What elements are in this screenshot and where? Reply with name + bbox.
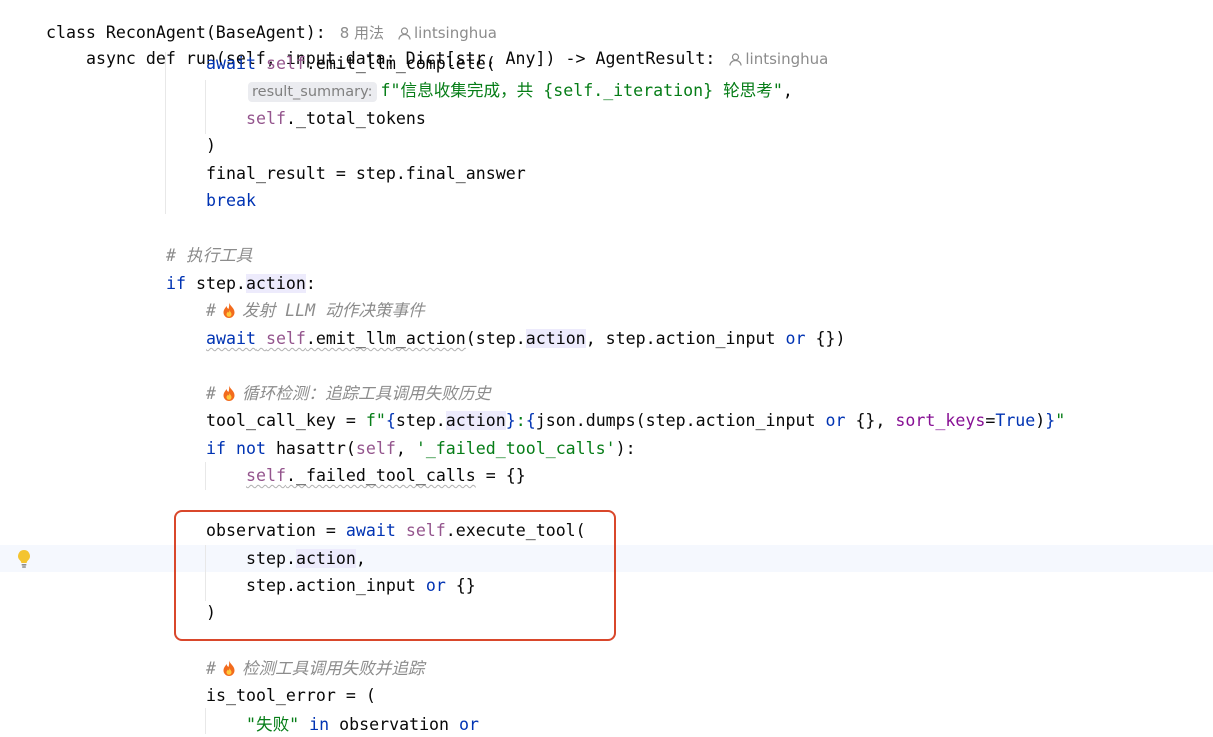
string-literal: '_failed_tool_calls': [415, 439, 616, 458]
code-editor[interactable]: class ReconAgent(BaseAgent): 8 用法 lintsing…: [0, 0, 1213, 734]
comment: # 执行工具: [166, 246, 253, 265]
code-line: is_tool_error = (: [206, 686, 376, 705]
code-line: self._total_tokens: [246, 109, 426, 128]
indent-guide: [205, 462, 206, 490]
code-line: async def run(self, input_data: Dict[str…: [46, 23, 828, 68]
fire-icon: [222, 659, 236, 676]
fire-icon: [222, 384, 236, 401]
code-line: class ReconAgent(BaseAgent): 8 用法 lintsing…: [6, 0, 497, 42]
indent-guide: [165, 52, 166, 214]
code-line: if not hasattr(self, '_failed_tool_calls…: [206, 439, 636, 458]
code-line: await self.emit_llm_action(step.action, …: [206, 329, 846, 348]
comment: 发射 LLM 动作决策事件: [242, 301, 425, 320]
comment: 循环检测：追踪工具调用失败历史: [242, 384, 491, 403]
code-line: # 执行工具: [166, 244, 252, 268]
code-line: # 检测工具调用失败并追踪: [206, 659, 425, 678]
summary-string: f"信息收集完成，共 {self._iteration} 轮思考": [380, 81, 783, 100]
code-line: if step.action:: [166, 274, 316, 293]
code-line: await self.emit_llm_complete(: [206, 54, 496, 73]
code-line: ): [206, 136, 216, 155]
indent-guide: [205, 708, 206, 734]
code-line: break: [206, 191, 256, 210]
code-line: # 发射 LLM 动作决策事件: [206, 301, 425, 320]
indent-guide: [205, 80, 206, 134]
code-line: "失败" in observation or: [246, 715, 480, 734]
lightbulb-icon[interactable]: [16, 549, 32, 569]
code-line: result_summary: f"信息收集完成，共 {self._iterati…: [248, 79, 793, 103]
comment: 检测工具调用失败并追踪: [242, 659, 425, 678]
author-hint[interactable]: lintsinghua: [729, 50, 828, 68]
fire-icon: [222, 301, 236, 318]
highlight-box: [174, 510, 616, 641]
parameter-inlay-hint: result_summary:: [248, 82, 377, 102]
code-line: tool_call_key = f"{step.action}:{json.du…: [206, 411, 1066, 430]
code-line: # 循环检测：追踪工具调用失败历史: [206, 384, 491, 403]
user-icon: [729, 53, 742, 66]
code-line: final_result = step.final_answer: [206, 164, 526, 183]
string-literal: "失败": [246, 715, 300, 734]
code-line: self._failed_tool_calls = {}: [246, 466, 526, 485]
